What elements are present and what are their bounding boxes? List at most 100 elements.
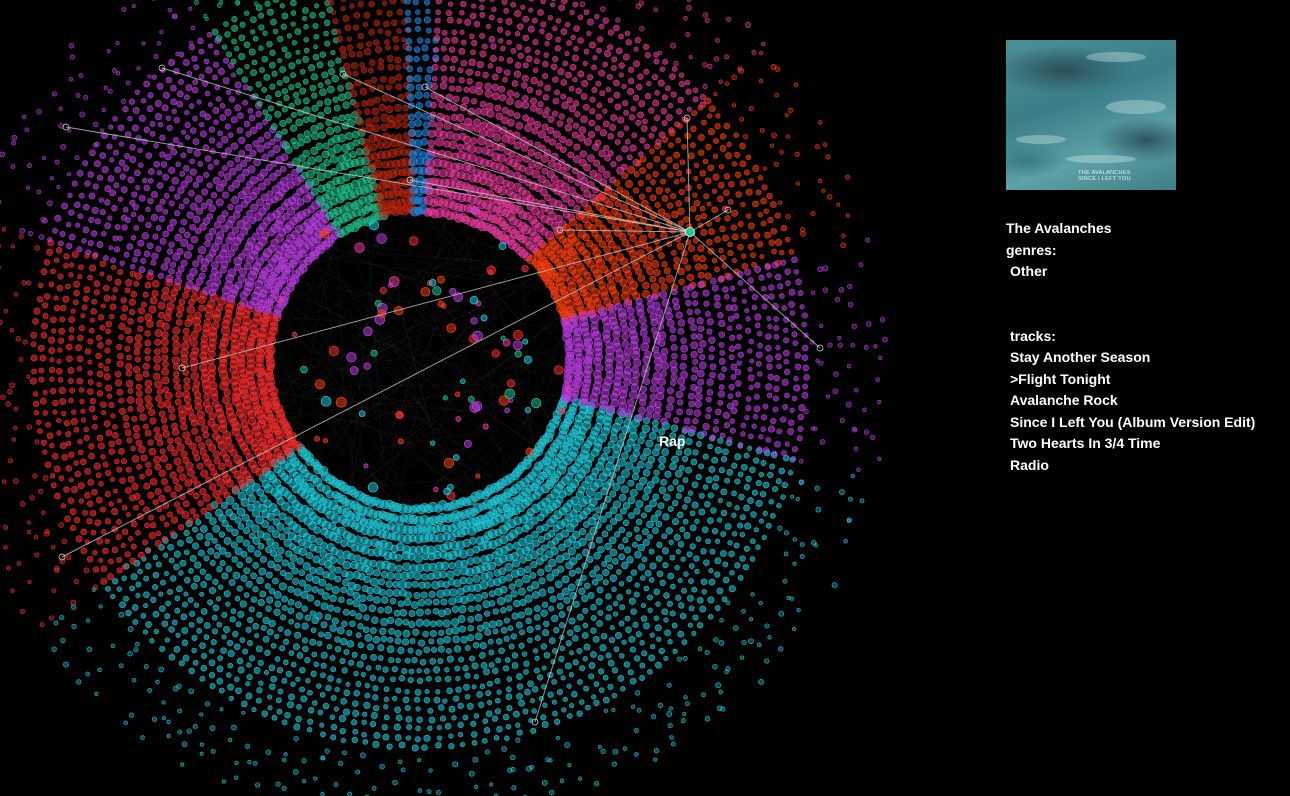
artist-node	[178, 298, 186, 306]
artist-node	[408, 668, 415, 675]
artist-node	[251, 59, 258, 66]
artist-node	[537, 130, 547, 139]
artist-node	[225, 551, 232, 558]
artist-node	[419, 659, 427, 666]
artist-node	[398, 741, 406, 749]
artist-node	[401, 551, 411, 560]
artist-node	[380, 617, 389, 627]
artist-node	[186, 517, 194, 525]
artist-node	[505, 573, 513, 582]
artist-node	[609, 625, 615, 631]
artist-node	[677, 630, 685, 638]
artist-node	[97, 667, 102, 673]
artist-node	[183, 250, 192, 260]
artist-node	[778, 467, 786, 475]
artist-node	[526, 86, 534, 94]
artist-node	[34, 552, 40, 558]
artist-node	[525, 617, 532, 625]
artist-node	[242, 648, 249, 655]
artist-node	[439, 715, 447, 722]
artist-network-visualization[interactable]	[0, 0, 980, 796]
artist-node	[494, 104, 502, 112]
artist-node	[228, 579, 236, 587]
artist-node	[176, 100, 184, 108]
artist-node	[195, 435, 202, 443]
artist-node	[111, 205, 118, 212]
artist-node	[394, 64, 402, 71]
artist-node	[519, 598, 527, 607]
artist-node	[382, 666, 389, 673]
artist-node	[158, 469, 166, 477]
artist-node	[167, 437, 174, 444]
artist-node	[149, 638, 155, 644]
artist-node	[669, 735, 674, 740]
artist-node	[413, 55, 420, 63]
artist-node	[365, 665, 372, 671]
artist-node	[131, 191, 138, 198]
artist-node	[77, 438, 83, 445]
artist-node	[634, 752, 639, 757]
artist-node	[212, 74, 218, 81]
artist-node	[133, 348, 141, 356]
artist-node	[430, 101, 437, 109]
artist-node	[316, 100, 324, 107]
artist-node	[140, 257, 147, 264]
artist-node	[743, 484, 751, 491]
artist-node	[755, 499, 763, 507]
artist-node	[264, 0, 271, 7]
artist-node	[166, 511, 174, 518]
artist-node	[207, 300, 216, 309]
artist-node	[639, 454, 647, 461]
artist-node	[145, 320, 154, 328]
artist-node	[342, 708, 351, 716]
artist-node	[227, 662, 234, 669]
artist-node	[349, 151, 357, 159]
artist-node	[122, 165, 130, 172]
artist-node	[168, 241, 175, 248]
artist-node	[203, 58, 210, 65]
artist-node	[369, 674, 377, 682]
artist-node	[489, 600, 496, 607]
artist-node	[658, 486, 667, 494]
artist-node	[311, 586, 319, 593]
artist-node	[163, 192, 170, 199]
artist-node	[191, 346, 200, 355]
artist-node	[243, 592, 250, 598]
artist-node	[99, 324, 106, 331]
artist-node	[225, 147, 232, 155]
artist-node	[452, 761, 459, 768]
artist-node	[129, 270, 136, 277]
artist-node	[117, 498, 122, 504]
artist-node	[203, 318, 212, 327]
artist-node	[180, 238, 189, 247]
artist-node	[431, 63, 439, 71]
artist-node	[137, 551, 145, 559]
artist-node	[463, 86, 470, 93]
artist-node	[38, 282, 44, 289]
network-link	[480, 256, 512, 277]
artist-node	[609, 124, 617, 131]
artist-node	[502, 665, 510, 672]
artist-node	[554, 580, 563, 589]
artist-node	[276, 666, 284, 674]
artist-node	[340, 586, 348, 594]
artist-node	[596, 102, 603, 109]
artist-node	[162, 360, 169, 368]
artist-node	[579, 150, 587, 158]
artist-node	[40, 216, 47, 223]
artist-node	[105, 320, 113, 328]
artist-node	[630, 569, 638, 576]
artist-node	[45, 421, 51, 428]
artist-node	[199, 448, 207, 456]
artist-node	[239, 466, 248, 475]
artist-node	[115, 71, 121, 76]
artist-node	[317, 588, 325, 595]
artist-node	[63, 486, 70, 493]
artist-node	[420, 573, 429, 581]
artist-node	[227, 268, 237, 278]
artist-node	[219, 449, 227, 457]
artist-node	[416, 716, 423, 723]
artist-node	[110, 295, 117, 301]
artist-node	[312, 555, 321, 564]
artist-node	[714, 446, 722, 454]
